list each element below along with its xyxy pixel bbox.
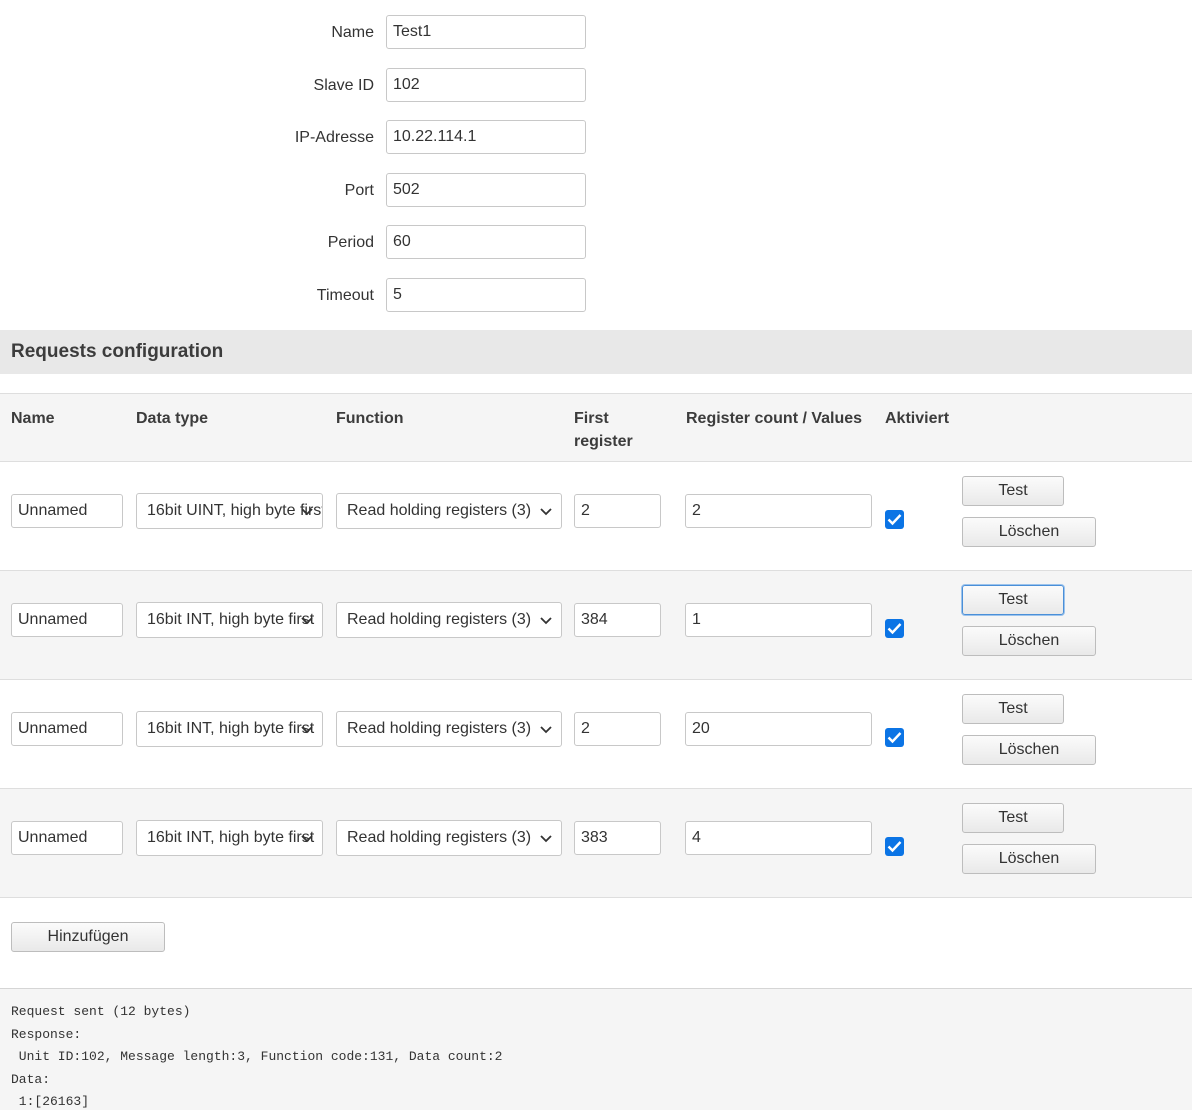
first-register-input[interactable]: [574, 821, 661, 855]
checkmark-icon: [887, 514, 902, 526]
checkmark-icon: [887, 623, 902, 635]
chevron-down-icon: [540, 617, 552, 625]
name-input[interactable]: [386, 15, 586, 49]
column-header-register-count: Register count / Values: [686, 410, 863, 427]
chevron-down-icon: [540, 726, 552, 734]
timeout-input[interactable]: [386, 278, 586, 312]
test-button[interactable]: Test: [962, 585, 1064, 615]
log-line: 1:[26163]: [11, 1094, 90, 1110]
data-type-value: 16bit INT, high byte first: [147, 611, 315, 628]
delete-button[interactable]: Löschen: [962, 844, 1096, 874]
form-row-port: Port: [0, 173, 600, 207]
period-input[interactable]: [386, 225, 586, 259]
column-header-first-register: First register: [574, 407, 633, 453]
port-input[interactable]: [386, 173, 586, 207]
function-value: Read holding registers (3): [347, 611, 532, 628]
checkmark-icon: [887, 732, 902, 744]
enabled-checkbox[interactable]: [885, 619, 904, 638]
delete-button[interactable]: Löschen: [962, 735, 1096, 765]
first-register-line2: register: [574, 433, 633, 450]
table-row: 16bit INT, high byte first Read holding …: [0, 789, 1192, 898]
data-type-value: 16bit INT, high byte first: [147, 720, 315, 737]
function-select[interactable]: Read holding registers (3): [336, 493, 562, 529]
test-button[interactable]: Test: [962, 694, 1064, 724]
function-select[interactable]: Read holding registers (3): [336, 711, 562, 747]
name-label: Name: [331, 24, 374, 41]
request-name-input[interactable]: [11, 603, 123, 637]
chevron-down-icon: [540, 508, 552, 516]
log-line: Data:: [11, 1071, 51, 1087]
chevron-down-icon: [301, 508, 313, 516]
function-select[interactable]: Read holding registers (3): [336, 820, 562, 856]
log-line: Response:: [11, 1026, 82, 1042]
register-count-input[interactable]: [685, 603, 872, 637]
section-title: Requests configuration: [11, 341, 224, 362]
log-line: Unit ID:102, Message length:3, Function …: [11, 1049, 503, 1065]
test-button[interactable]: Test: [962, 476, 1064, 506]
chevron-down-icon: [301, 726, 313, 734]
test-button[interactable]: Test: [962, 803, 1064, 833]
checkmark-icon: [887, 841, 902, 853]
add-request-button[interactable]: Hinzufügen: [11, 922, 165, 952]
table-row: 16bit UINT, high byte first Read holding…: [0, 462, 1192, 571]
form-row-period: Period: [0, 225, 600, 259]
register-count-input[interactable]: [685, 494, 872, 528]
register-count-input[interactable]: [685, 821, 872, 855]
data-type-value: 16bit UINT, high byte first: [147, 502, 323, 519]
ip-address-input[interactable]: [386, 120, 586, 154]
column-header-function: Function: [336, 410, 404, 427]
table-row: 16bit INT, high byte first Read holding …: [0, 571, 1192, 680]
enabled-checkbox[interactable]: [885, 837, 904, 856]
log-line: Request sent (12 bytes): [11, 1004, 191, 1019]
column-header-name: Name: [11, 410, 55, 427]
function-value: Read holding registers (3): [347, 720, 532, 737]
delete-button[interactable]: Löschen: [962, 626, 1096, 656]
first-register-input[interactable]: [574, 494, 661, 528]
chevron-down-icon: [301, 617, 313, 625]
first-register-input[interactable]: [574, 603, 661, 637]
column-header-data-type: Data type: [136, 410, 209, 427]
request-name-input[interactable]: [11, 494, 123, 528]
function-value: Read holding registers (3): [347, 502, 532, 519]
enabled-checkbox[interactable]: [885, 728, 904, 747]
form-row-name: Name: [0, 15, 600, 49]
chevron-down-icon: [540, 835, 552, 843]
port-label: Port: [344, 182, 374, 199]
enabled-checkbox[interactable]: [885, 510, 904, 529]
data-type-select[interactable]: 16bit INT, high byte first: [136, 820, 323, 856]
data-type-select[interactable]: 16bit INT, high byte first: [136, 602, 323, 638]
test-response-log: Request sent (12 bytes) Response: Unit ID…: [0, 988, 1192, 1110]
first-register-line1: First: [574, 410, 609, 427]
request-name-input[interactable]: [11, 821, 123, 855]
timeout-label: Timeout: [316, 287, 374, 304]
period-label: Period: [327, 234, 374, 251]
ip-address-label: IP-Adresse: [294, 129, 374, 146]
data-type-select[interactable]: 16bit UINT, high byte first: [136, 493, 323, 529]
request-name-input[interactable]: [11, 712, 123, 746]
slave-id-label: Slave ID: [313, 77, 374, 94]
requests-table-header: Name Data type Function First register R…: [0, 393, 1192, 462]
form-row-slave-id: Slave ID: [0, 68, 600, 102]
data-type-value: 16bit INT, high byte first: [147, 829, 315, 846]
first-register-input[interactable]: [574, 712, 661, 746]
form-row-timeout: Timeout: [0, 278, 600, 312]
requests-section-header: Requests configuration: [0, 330, 1192, 374]
slave-id-input[interactable]: [386, 68, 586, 102]
function-select[interactable]: Read holding registers (3): [336, 602, 562, 638]
chevron-down-icon: [301, 835, 313, 843]
function-value: Read holding registers (3): [347, 829, 532, 846]
register-count-input[interactable]: [685, 712, 872, 746]
data-type-select[interactable]: 16bit INT, high byte first: [136, 711, 323, 747]
table-row: 16bit INT, high byte first Read holding …: [0, 680, 1192, 789]
form-row-ip-address: IP-Adresse: [0, 120, 600, 154]
column-header-enabled: Aktiviert: [885, 410, 950, 427]
delete-button[interactable]: Löschen: [962, 517, 1096, 547]
